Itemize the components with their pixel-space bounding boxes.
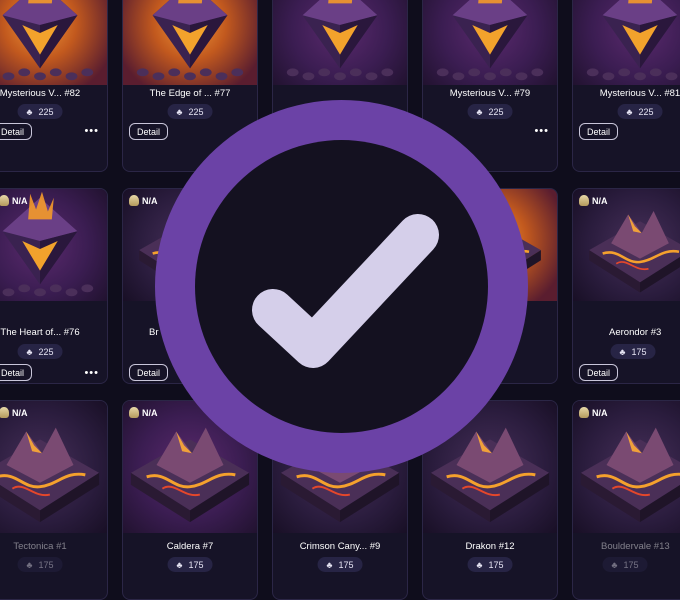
more-options-icon[interactable]: •••	[84, 125, 99, 137]
medal-icon	[0, 195, 9, 206]
nft-card[interactable]: N/A Bouldervale #13 ♣ 175	[572, 400, 680, 600]
price-badge: ♣ 225	[17, 344, 63, 359]
card-title: Mysterious V... #82	[0, 88, 81, 99]
price-badge: ♣ 225	[17, 104, 63, 119]
card-title: Caldera #7	[166, 541, 214, 552]
card-title: The Heart of... #76	[0, 327, 80, 338]
crystal-artwork-icon	[2, 0, 94, 81]
price-badge: ♣ 175	[17, 557, 63, 572]
terrain-artwork-icon	[580, 427, 680, 523]
card-title: Mysterious V... #81	[599, 88, 680, 99]
price-badge: ♣ 225	[467, 104, 513, 119]
card-title: Mysterious V... #79	[449, 88, 531, 99]
price-badge: ♣ 225	[617, 104, 663, 119]
rank-badge: N/A	[0, 407, 28, 418]
card-title: Aerondor #3	[609, 327, 662, 338]
token-icon: ♣	[176, 559, 183, 570]
nft-artwork-crystal[interactable]	[273, 0, 407, 85]
token-icon: ♣	[619, 346, 626, 357]
detail-button[interactable]: Detail	[129, 123, 169, 140]
rank-badge: N/A	[0, 195, 28, 206]
crystal-artwork-icon	[436, 0, 544, 81]
medal-icon	[579, 407, 589, 418]
token-icon: ♣	[26, 106, 33, 117]
price-badge: ♣ 175	[167, 557, 213, 572]
rank-badge: N/A	[579, 407, 608, 418]
card-title: The Edge of ... #77	[149, 88, 231, 99]
more-options-icon[interactable]: •••	[84, 367, 99, 379]
medal-icon	[579, 195, 589, 206]
token-icon: ♣	[476, 106, 483, 117]
detail-button[interactable]: Detail	[579, 123, 619, 140]
detail-button[interactable]: Detail	[579, 364, 619, 381]
crystal-artwork-icon	[286, 0, 394, 81]
verified-badge-inner	[195, 140, 488, 433]
nft-artwork-crystal[interactable]	[573, 0, 680, 85]
crystal-artwork-icon	[136, 0, 244, 81]
card-title: Bouldervale #13	[601, 541, 670, 552]
nft-card[interactable]: N/A Aerondor #3 ♣ 175 Detail	[572, 188, 680, 384]
medal-icon	[129, 195, 139, 206]
verified-badge	[155, 100, 528, 473]
nft-card[interactable]: Mysterious V... #81 ♣ 225 Detail	[572, 0, 680, 172]
card-title: Crimson Cany... #9	[299, 541, 381, 552]
card-title: Drakon #12	[465, 541, 515, 552]
card-title: Tectonica #1	[13, 541, 67, 552]
nft-card[interactable]: N/A Tectonica #1 ♣ 175	[0, 400, 108, 600]
token-icon: ♣	[26, 346, 33, 357]
price-badge: ♣ 175	[317, 557, 363, 572]
token-icon: ♣	[26, 559, 33, 570]
rank-badge: N/A	[129, 195, 158, 206]
nft-artwork-crystal[interactable]	[123, 0, 257, 85]
token-icon: ♣	[476, 559, 483, 570]
medal-icon	[0, 407, 9, 418]
checkmark-icon	[252, 214, 439, 368]
crystal-artwork-icon	[586, 0, 678, 81]
medal-icon	[129, 407, 139, 418]
token-icon: ♣	[626, 106, 633, 117]
price-badge: ♣ 225	[167, 104, 213, 119]
token-icon: ♣	[611, 559, 618, 570]
nft-card[interactable]: Mysterious V... #82 ♣ 225 Detail •••	[0, 0, 108, 172]
detail-button[interactable]: Detail	[0, 364, 33, 381]
price-badge: ♣ 175	[602, 557, 648, 572]
nft-artwork-crystal[interactable]	[0, 0, 107, 85]
nft-artwork-crystal[interactable]	[423, 0, 557, 85]
rank-badge: N/A	[579, 195, 608, 206]
nft-artwork-terrain[interactable]	[0, 401, 107, 533]
more-options-icon[interactable]: •••	[534, 125, 549, 137]
detail-button[interactable]: Detail	[129, 364, 169, 381]
terrain-artwork-icon	[0, 427, 100, 523]
price-badge: ♣ 175	[467, 557, 513, 572]
price-badge: ♣ 175	[610, 344, 656, 359]
detail-button[interactable]: Detail	[0, 123, 33, 140]
rank-badge: N/A	[129, 407, 158, 418]
token-icon: ♣	[326, 559, 333, 570]
nft-card[interactable]: N/A The Heart of... #76 ♣ 225 Detail •••	[0, 188, 108, 384]
token-icon: ♣	[176, 106, 183, 117]
nft-artwork-terrain[interactable]	[573, 401, 680, 533]
